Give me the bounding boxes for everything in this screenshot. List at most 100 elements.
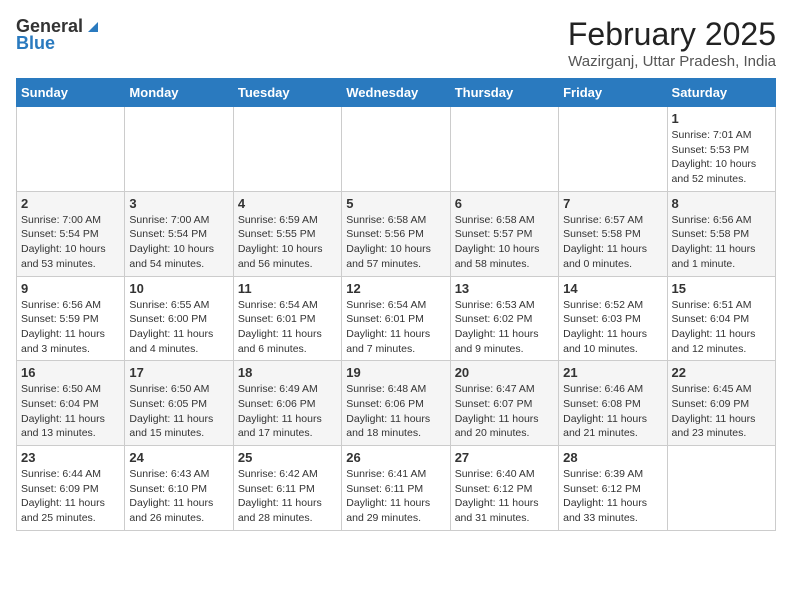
calendar-cell: 5Sunrise: 6:58 AM Sunset: 5:56 PM Daylig…	[342, 191, 450, 276]
calendar-week-row: 2 Sunrise: 7:00 AM Sunset: 5:54 PM Daylig…	[17, 191, 776, 276]
weekday-header: Thursday	[450, 79, 558, 107]
day-info: Sunrise: 7:00 AM Sunset: 5:54 PM Dayligh…	[129, 213, 228, 272]
calendar-cell: 10 Sunrise: 6:55 AM Sunset: 6:00 PM Dayli…	[125, 276, 233, 361]
day-number: 17	[129, 365, 228, 380]
calendar-cell: 16Sunrise: 6:50 AM Sunset: 6:04 PM Dayli…	[17, 361, 125, 446]
calendar-week-row: 9Sunrise: 6:56 AM Sunset: 5:59 PM Daylig…	[17, 276, 776, 361]
calendar-cell: 28 Sunrise: 6:39 AM Sunset: 6:12 PM Dayli…	[559, 446, 667, 531]
day-info: Sunrise: 6:58 AM Sunset: 5:56 PM Dayligh…	[346, 213, 445, 272]
calendar-week-row: 16Sunrise: 6:50 AM Sunset: 6:04 PM Dayli…	[17, 361, 776, 446]
weekday-header: Tuesday	[233, 79, 341, 107]
calendar-cell	[450, 107, 558, 192]
weekday-header: Saturday	[667, 79, 775, 107]
day-number: 10	[129, 281, 228, 296]
logo-blue-text: Blue	[16, 33, 55, 54]
calendar-cell: 24 Sunrise: 6:43 AM Sunset: 6:10 PM Dayli…	[125, 446, 233, 531]
day-number: 11	[238, 281, 337, 296]
day-number: 15	[672, 281, 771, 296]
title-block: February 2025 Wazirganj, Uttar Pradesh, …	[568, 16, 776, 70]
day-info: Sunrise: 6:53 AM Sunset: 6:02 PM Dayligh…	[455, 298, 554, 357]
day-number: 7	[563, 196, 662, 211]
day-number: 8	[672, 196, 771, 211]
weekday-header: Wednesday	[342, 79, 450, 107]
calendar-cell: 8 Sunrise: 6:56 AM Sunset: 5:58 PM Daylig…	[667, 191, 775, 276]
calendar-cell: 11Sunrise: 6:54 AM Sunset: 6:01 PM Dayli…	[233, 276, 341, 361]
day-number: 18	[238, 365, 337, 380]
month-title: February 2025	[568, 16, 776, 53]
day-info: Sunrise: 6:50 AM Sunset: 6:05 PM Dayligh…	[129, 382, 228, 441]
day-info: Sunrise: 6:43 AM Sunset: 6:10 PM Dayligh…	[129, 467, 228, 526]
day-number: 3	[129, 196, 228, 211]
logo-triangle-icon	[84, 18, 102, 36]
day-info: Sunrise: 6:51 AM Sunset: 6:04 PM Dayligh…	[672, 298, 771, 357]
day-number: 27	[455, 450, 554, 465]
day-number: 14	[563, 281, 662, 296]
calendar-cell	[125, 107, 233, 192]
day-info: Sunrise: 6:52 AM Sunset: 6:03 PM Dayligh…	[563, 298, 662, 357]
weekday-header: Friday	[559, 79, 667, 107]
calendar-cell: 4 Sunrise: 6:59 AM Sunset: 5:55 PM Daylig…	[233, 191, 341, 276]
day-info: Sunrise: 7:00 AM Sunset: 5:54 PM Dayligh…	[21, 213, 120, 272]
day-number: 28	[563, 450, 662, 465]
day-info: Sunrise: 6:46 AM Sunset: 6:08 PM Dayligh…	[563, 382, 662, 441]
day-number: 12	[346, 281, 445, 296]
day-number: 25	[238, 450, 337, 465]
calendar-cell: 22 Sunrise: 6:45 AM Sunset: 6:09 PM Dayli…	[667, 361, 775, 446]
calendar-cell: 6 Sunrise: 6:58 AM Sunset: 5:57 PM Daylig…	[450, 191, 558, 276]
calendar-cell	[342, 107, 450, 192]
day-number: 16	[21, 365, 120, 380]
calendar-cell: 14 Sunrise: 6:52 AM Sunset: 6:03 PM Dayli…	[559, 276, 667, 361]
day-number: 6	[455, 196, 554, 211]
calendar-cell: 21Sunrise: 6:46 AM Sunset: 6:08 PM Dayli…	[559, 361, 667, 446]
day-number: 23	[21, 450, 120, 465]
calendar-cell: 18 Sunrise: 6:49 AM Sunset: 6:06 PM Dayli…	[233, 361, 341, 446]
calendar-cell: 13 Sunrise: 6:53 AM Sunset: 6:02 PM Dayli…	[450, 276, 558, 361]
day-number: 22	[672, 365, 771, 380]
weekday-header: Monday	[125, 79, 233, 107]
calendar-cell: 23 Sunrise: 6:44 AM Sunset: 6:09 PM Dayli…	[17, 446, 125, 531]
day-number: 26	[346, 450, 445, 465]
day-info: Sunrise: 6:39 AM Sunset: 6:12 PM Dayligh…	[563, 467, 662, 526]
calendar-cell: 26 Sunrise: 6:41 AM Sunset: 6:11 PM Dayli…	[342, 446, 450, 531]
calendar-cell: 9Sunrise: 6:56 AM Sunset: 5:59 PM Daylig…	[17, 276, 125, 361]
day-number: 9	[21, 281, 120, 296]
calendar-cell: 3 Sunrise: 7:00 AM Sunset: 5:54 PM Daylig…	[125, 191, 233, 276]
calendar-cell: 17 Sunrise: 6:50 AM Sunset: 6:05 PM Dayli…	[125, 361, 233, 446]
calendar-cell: 1 Sunrise: 7:01 AM Sunset: 5:53 PM Daylig…	[667, 107, 775, 192]
calendar-week-row: 23 Sunrise: 6:44 AM Sunset: 6:09 PM Dayli…	[17, 446, 776, 531]
day-number: 19	[346, 365, 445, 380]
day-number: 24	[129, 450, 228, 465]
calendar-week-row: 1 Sunrise: 7:01 AM Sunset: 5:53 PM Daylig…	[17, 107, 776, 192]
day-info: Sunrise: 6:44 AM Sunset: 6:09 PM Dayligh…	[21, 467, 120, 526]
calendar-cell	[559, 107, 667, 192]
day-info: Sunrise: 6:54 AM Sunset: 6:01 PM Dayligh…	[346, 298, 445, 357]
day-info: Sunrise: 6:47 AM Sunset: 6:07 PM Dayligh…	[455, 382, 554, 441]
calendar-cell	[17, 107, 125, 192]
day-info: Sunrise: 6:49 AM Sunset: 6:06 PM Dayligh…	[238, 382, 337, 441]
day-info: Sunrise: 6:58 AM Sunset: 5:57 PM Dayligh…	[455, 213, 554, 272]
day-info: Sunrise: 6:59 AM Sunset: 5:55 PM Dayligh…	[238, 213, 337, 272]
day-number: 13	[455, 281, 554, 296]
logo: General Blue	[16, 16, 102, 54]
day-info: Sunrise: 6:57 AM Sunset: 5:58 PM Dayligh…	[563, 213, 662, 272]
day-info: Sunrise: 6:40 AM Sunset: 6:12 PM Dayligh…	[455, 467, 554, 526]
day-number: 4	[238, 196, 337, 211]
calendar-header-row: SundayMondayTuesdayWednesdayThursdayFrid…	[17, 79, 776, 107]
day-number: 1	[672, 111, 771, 126]
calendar-cell: 12 Sunrise: 6:54 AM Sunset: 6:01 PM Dayli…	[342, 276, 450, 361]
day-info: Sunrise: 6:45 AM Sunset: 6:09 PM Dayligh…	[672, 382, 771, 441]
calendar-cell: 25Sunrise: 6:42 AM Sunset: 6:11 PM Dayli…	[233, 446, 341, 531]
calendar-cell: 15 Sunrise: 6:51 AM Sunset: 6:04 PM Dayli…	[667, 276, 775, 361]
day-info: Sunrise: 6:55 AM Sunset: 6:00 PM Dayligh…	[129, 298, 228, 357]
day-info: Sunrise: 7:01 AM Sunset: 5:53 PM Dayligh…	[672, 128, 771, 187]
day-number: 2	[21, 196, 120, 211]
calendar-cell: 19 Sunrise: 6:48 AM Sunset: 6:06 PM Dayli…	[342, 361, 450, 446]
day-info: Sunrise: 6:48 AM Sunset: 6:06 PM Dayligh…	[346, 382, 445, 441]
calendar-cell	[233, 107, 341, 192]
page-header: General Blue February 2025 Wazirganj, Ut…	[16, 16, 776, 70]
day-info: Sunrise: 6:41 AM Sunset: 6:11 PM Dayligh…	[346, 467, 445, 526]
calendar-cell: 2 Sunrise: 7:00 AM Sunset: 5:54 PM Daylig…	[17, 191, 125, 276]
calendar-cell: 7 Sunrise: 6:57 AM Sunset: 5:58 PM Daylig…	[559, 191, 667, 276]
calendar-cell: 27 Sunrise: 6:40 AM Sunset: 6:12 PM Dayli…	[450, 446, 558, 531]
day-info: Sunrise: 6:56 AM Sunset: 5:58 PM Dayligh…	[672, 213, 771, 272]
